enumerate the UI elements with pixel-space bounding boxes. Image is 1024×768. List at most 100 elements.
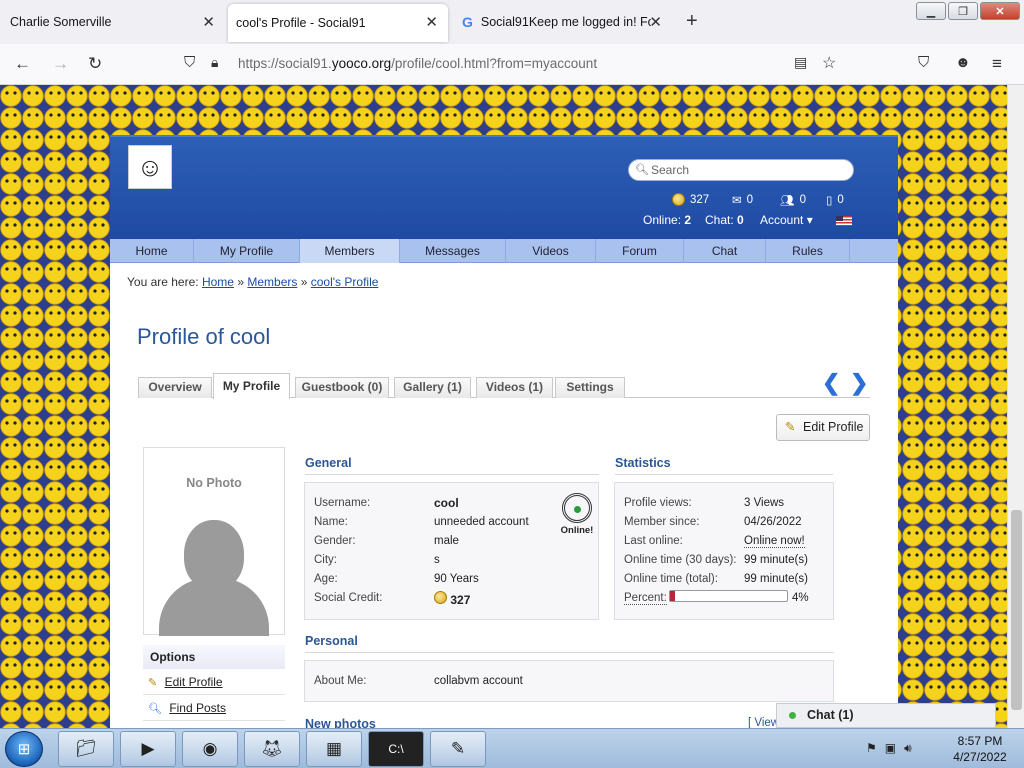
messages-counter[interactable]: ✉ 0	[732, 193, 753, 207]
previous-arrow-icon[interactable]: ❮	[822, 370, 840, 396]
url-path: /profile/cool.html?from=myaccount	[391, 56, 598, 71]
scrollbar-thumb[interactable]	[1011, 510, 1022, 710]
bookmark-star-icon[interactable]: ☆	[822, 53, 836, 73]
account-label: Account ▾	[760, 213, 813, 227]
tab-overview[interactable]: Overview	[138, 377, 212, 398]
account-menu[interactable]: Account ▾	[760, 213, 813, 227]
close-icon[interactable]: ✕	[425, 13, 438, 31]
system-clock[interactable]: 8:57 PM 4/27/2022	[940, 733, 1020, 765]
tab-gallery[interactable]: Gallery (1)	[394, 377, 471, 398]
edit-profile-button[interactable]: ✎ Edit Profile	[776, 414, 870, 441]
option-edit-profile-link[interactable]: Edit Profile	[165, 675, 223, 689]
tab-settings[interactable]: Settings	[555, 377, 625, 398]
back-icon[interactable]: ←	[14, 54, 31, 74]
file-explorer-icon[interactable]: 📁︎	[58, 731, 114, 767]
forward-icon[interactable]: →	[52, 54, 69, 74]
menu-item-chat[interactable]: Chat	[684, 239, 766, 263]
minimize-icon[interactable]: ▁	[916, 2, 946, 20]
profile-photo: No Photo	[143, 447, 285, 636]
url-bar[interactable]: ⛉ 🔒︎ https://social91.yooco.org/profile/…	[176, 49, 850, 80]
next-arrow-icon[interactable]: ❯	[850, 370, 868, 396]
chat-bar[interactable]: Chat (1)	[776, 703, 996, 728]
menu-item-forum[interactable]: Forum	[596, 239, 684, 263]
messages-value: 0	[746, 194, 754, 206]
volume-icon[interactable]: 🔊︎	[904, 741, 912, 756]
menu-item-home[interactable]: Home	[110, 239, 194, 263]
browser-tab-1[interactable]: Charlie Somerville ✕	[0, 0, 225, 44]
chrome-icon[interactable]: ◉	[182, 731, 238, 767]
view-link[interactable]: [ View	[748, 717, 779, 728]
online-status-label: Online!	[560, 525, 594, 536]
site-container: ☺ 🔍︎ Search 327 ✉ 0 👥︎ 0 ▯ 0 Online: 2 C…	[110, 135, 898, 728]
personal-info-box: About Me: collabvm account	[304, 660, 834, 702]
notepad-plus-icon[interactable]: ✎	[430, 731, 486, 767]
reader-view-icon[interactable]: ▤	[794, 54, 807, 71]
close-icon[interactable]: ✕	[202, 13, 215, 31]
tab-title: Charlie Somerville	[10, 15, 112, 29]
friend-requests-counter[interactable]: 👥︎ 0	[780, 193, 806, 207]
flag-icon	[836, 215, 852, 226]
menu-item-my-profile[interactable]: My Profile	[194, 239, 300, 263]
breadcrumb-profile[interactable]: cool's Profile	[311, 275, 379, 289]
about-me-label: About Me:	[314, 675, 367, 687]
main-menu: Home My Profile Members Messages Videos …	[110, 239, 898, 263]
page-scrollbar[interactable]	[1007, 85, 1024, 728]
pencil-icon: ✎	[785, 420, 796, 434]
option-edit-profile[interactable]: ✎ Edit Profile	[143, 669, 285, 695]
browser-tab-3[interactable]: G Social91Keep me logged in! For ✕	[452, 0, 672, 44]
breadcrumb-separator: »	[300, 275, 308, 289]
menu-item-messages[interactable]: Messages	[400, 239, 506, 263]
profile-views-value: 3 Views	[744, 497, 785, 509]
shield-icon[interactable]: ⛉	[184, 54, 195, 71]
pocket-icon[interactable]: ⛉	[918, 54, 929, 71]
firefox-icon[interactable]: 🦊︎	[244, 731, 300, 767]
gender-value: male	[434, 535, 459, 547]
taskbar: ⊞ 📁︎ ▶ ◉ 🦊︎ ▦ C:\ ✎ ⚑ ▣ 🔊︎ 8:57 PM 4/27/…	[0, 728, 1024, 768]
restore-icon[interactable]: ❐	[948, 2, 978, 20]
menu-item-videos[interactable]: Videos	[506, 239, 596, 263]
close-icon[interactable]: ✕	[649, 13, 662, 31]
media-player-icon[interactable]: ▶	[120, 731, 176, 767]
coin-icon	[434, 591, 447, 604]
start-button[interactable]: ⊞	[5, 731, 43, 767]
people-icon: 👥︎	[780, 195, 795, 207]
credits-counter[interactable]: 327	[672, 193, 709, 206]
option-find-posts[interactable]: 🔍︎ Find Posts	[143, 695, 285, 721]
chat-count-value: 0	[737, 213, 744, 227]
hamburger-menu-icon[interactable]: ≡	[992, 54, 1002, 74]
info-label: City:	[314, 554, 337, 566]
stat-label: Member since:	[624, 516, 700, 528]
reload-icon[interactable]: ↻	[88, 54, 102, 74]
tab-videos[interactable]: Videos (1)	[476, 377, 553, 398]
breadcrumb-members[interactable]: Members	[247, 275, 297, 289]
site-logo[interactable]: ☺	[128, 145, 172, 189]
percent-progress-fill	[670, 591, 675, 601]
stat-label: Last online:	[624, 535, 683, 547]
network-icon[interactable]: ▣	[885, 741, 896, 756]
option-find-posts-link[interactable]: Find Posts	[169, 701, 226, 715]
language-flag[interactable]	[836, 213, 852, 227]
notifications-counter[interactable]: ▯ 0	[826, 193, 844, 207]
online-count[interactable]: Online: 2	[643, 213, 691, 227]
site-header: ☺ 🔍︎ Search 327 ✉ 0 👥︎ 0 ▯ 0 Online: 2 C…	[110, 135, 898, 239]
control-panel-icon[interactable]: ▦	[306, 731, 362, 767]
breadcrumb-home[interactable]: Home	[202, 275, 234, 289]
options-title: Options	[143, 645, 285, 669]
search-input[interactable]: 🔍︎ Search	[628, 159, 854, 181]
new-tab-icon[interactable]: +	[686, 10, 698, 33]
browser-tab-2[interactable]: cool's Profile - Social91 ✕	[228, 4, 448, 42]
search-placeholder: Search	[651, 163, 690, 177]
command-prompt-icon[interactable]: C:\	[368, 731, 424, 767]
extension-icon[interactable]: ☻	[955, 54, 971, 71]
tab-title: cool's Profile - Social91	[236, 16, 366, 30]
tab-my-profile[interactable]: My Profile	[213, 373, 290, 399]
menu-item-members[interactable]: Members	[300, 239, 400, 263]
action-center-icon[interactable]: ⚑	[866, 741, 877, 756]
window-close-icon[interactable]: ✕	[980, 2, 1020, 20]
chat-count[interactable]: Chat: 0	[705, 213, 744, 227]
options-panel: Options ✎ Edit Profile 🔍︎ Find Posts	[143, 645, 285, 721]
tab-guestbook[interactable]: Guestbook (0)	[295, 377, 389, 398]
info-label: Social Credit:	[314, 592, 383, 604]
lock-icon[interactable]: 🔒︎	[211, 54, 218, 71]
menu-item-rules[interactable]: Rules	[766, 239, 850, 263]
